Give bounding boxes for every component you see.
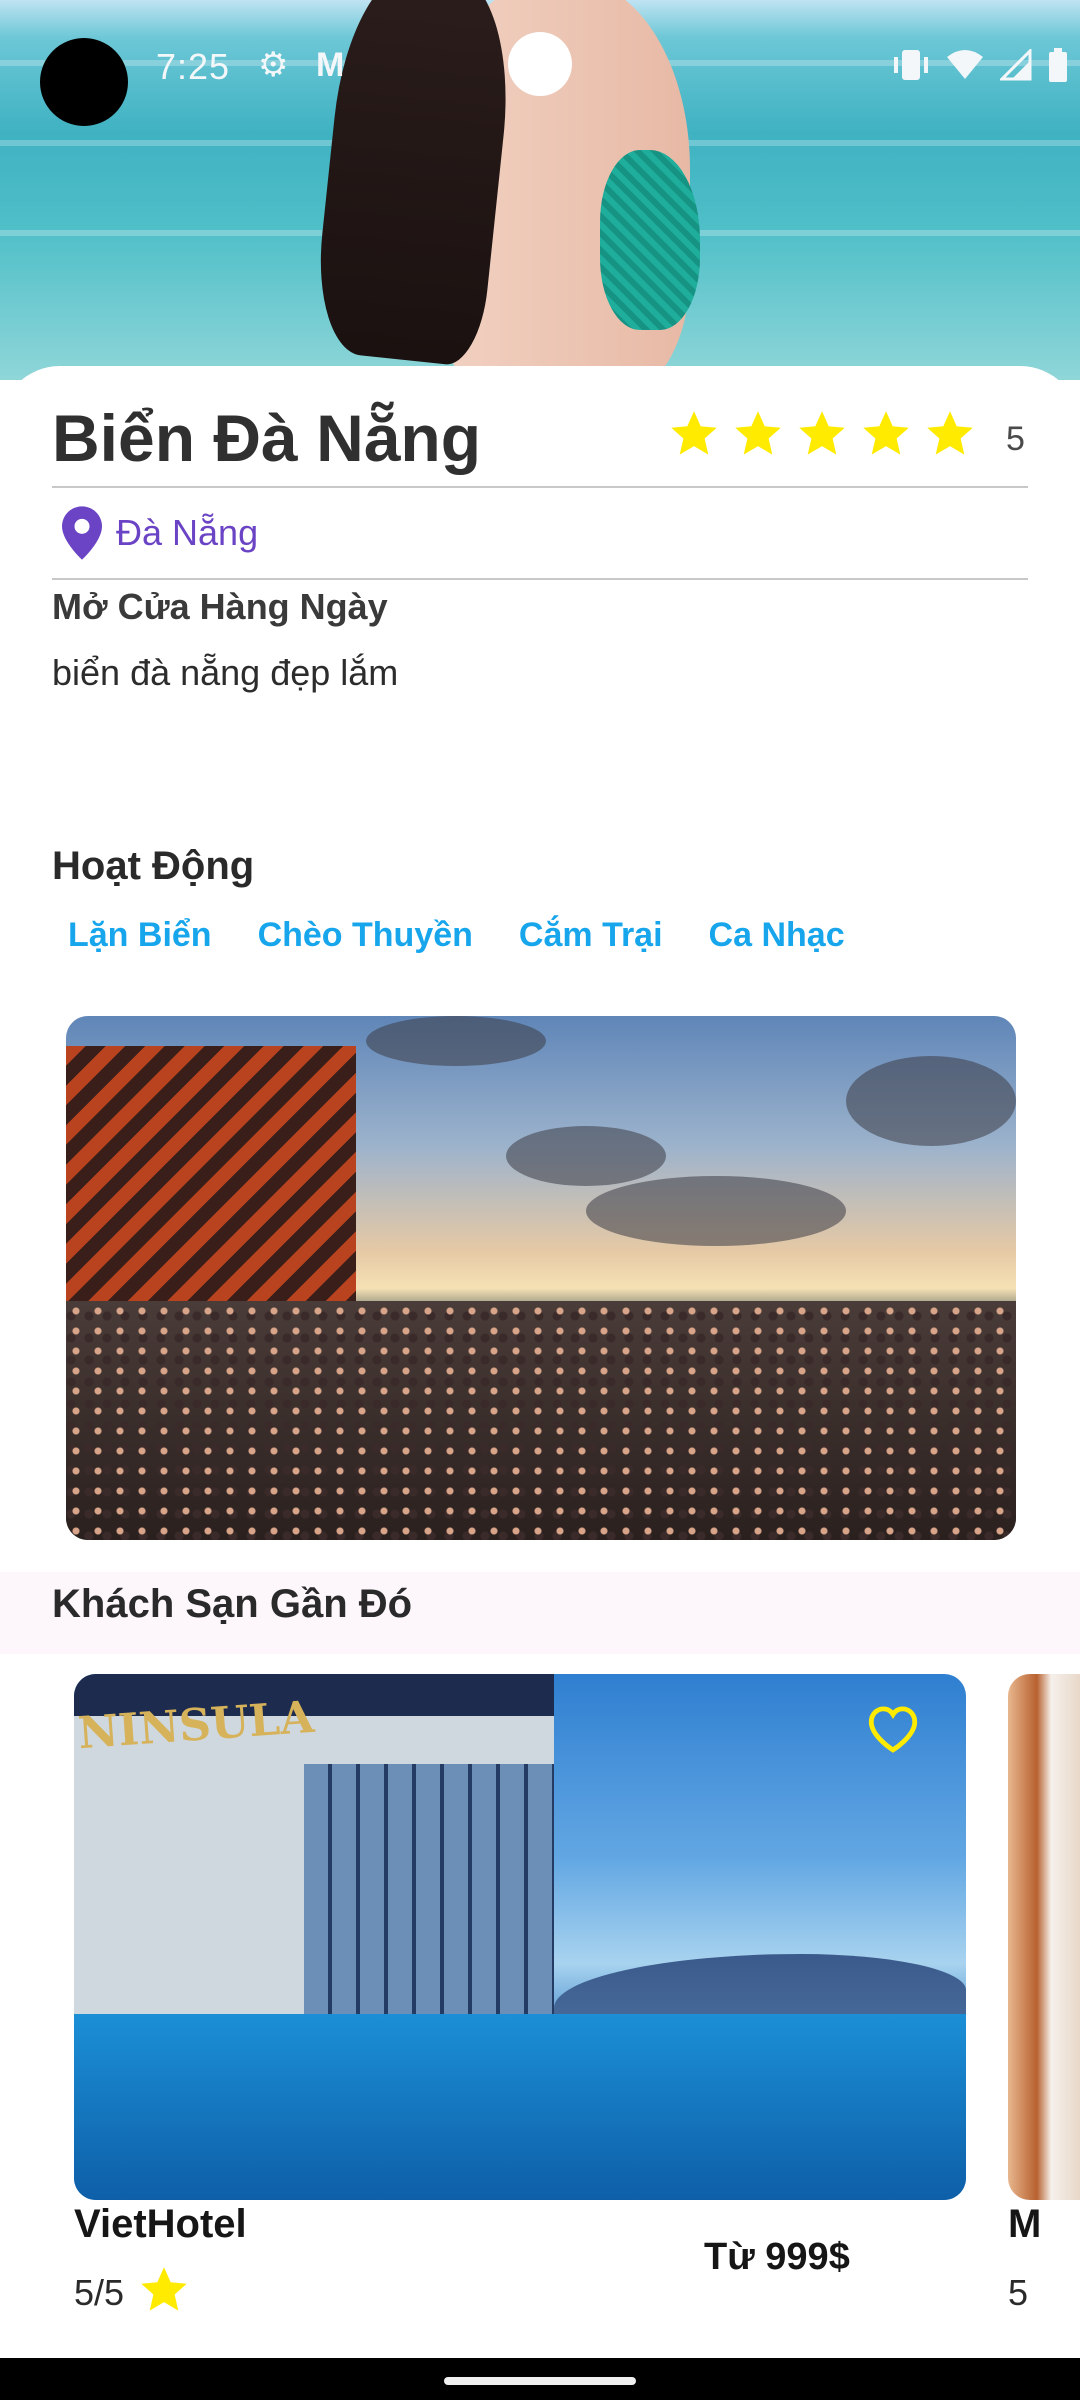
nearby-hotels-title: Khách Sạn Gần Đó (52, 1582, 413, 1626)
place-description: biển đà nẵng đẹp lắm (52, 652, 399, 693)
status-time: 7:25 (156, 46, 231, 87)
star-icon (799, 411, 845, 455)
star-icon (927, 411, 973, 455)
cloud (846, 1056, 1016, 1146)
hotel-name: M (1008, 2202, 1042, 2246)
hotel-price: Từ 999$ (704, 2236, 850, 2278)
location-pin-icon (62, 506, 102, 560)
status-bar: 7:25 ⚙ M (0, 0, 1080, 130)
hotel-card[interactable] (1008, 1674, 1080, 2200)
cloud (506, 1126, 666, 1186)
hotel-rating: 5/5 (74, 2272, 125, 2313)
hotel-card[interactable]: NINSULA (74, 1674, 966, 2200)
tab-rowing[interactable]: Chèo Thuyền (242, 916, 489, 955)
status-icons-right (892, 48, 1068, 82)
camera-cutout (40, 38, 128, 126)
rating-stars (668, 408, 976, 460)
tab-diving[interactable]: Lặn Biển (52, 916, 228, 955)
battery-icon (1049, 48, 1067, 82)
rating-value: 5 (1006, 420, 1025, 458)
settings-icon: ⚙ (258, 46, 289, 84)
location-label[interactable]: Đà Nẵng (116, 512, 258, 554)
signal-icon (1000, 49, 1032, 81)
star-icon (863, 411, 909, 455)
favorite-heart-icon[interactable] (864, 1700, 922, 1754)
hotel-rating: 5 (1008, 2272, 1029, 2313)
hotel-windows (304, 1764, 554, 2024)
divider (52, 486, 1028, 488)
gmail-icon: M (316, 46, 345, 84)
activity-tabs: Lặn Biển Chèo Thuyền Cắm Trại Ca Nhạc (52, 916, 875, 955)
cloud (586, 1176, 846, 1246)
divider (52, 578, 1028, 580)
concert-crowd (66, 1301, 1016, 1540)
star-icon (141, 2267, 187, 2311)
home-gesture-handle[interactable] (444, 2377, 636, 2385)
hotel-name: VietHotel (74, 2202, 247, 2246)
tab-concert[interactable]: Ca Nhạc (693, 916, 861, 955)
star-icon (735, 411, 781, 455)
hotel-pool (74, 2014, 966, 2200)
vibrate-icon (894, 50, 928, 80)
tab-camping[interactable]: Cắm Trại (503, 916, 679, 955)
open-hours: Mở Cửa Hàng Ngày (52, 586, 388, 627)
star-icon (671, 411, 717, 455)
hero-swimsuit (600, 150, 700, 330)
cloud (366, 1016, 546, 1066)
place-title: Biển Đà Nẵng (52, 401, 482, 475)
front-camera (508, 32, 572, 96)
activity-image[interactable] (66, 1016, 1016, 1540)
wifi-icon (947, 50, 983, 79)
activities-title: Hoạt Động (52, 844, 255, 888)
